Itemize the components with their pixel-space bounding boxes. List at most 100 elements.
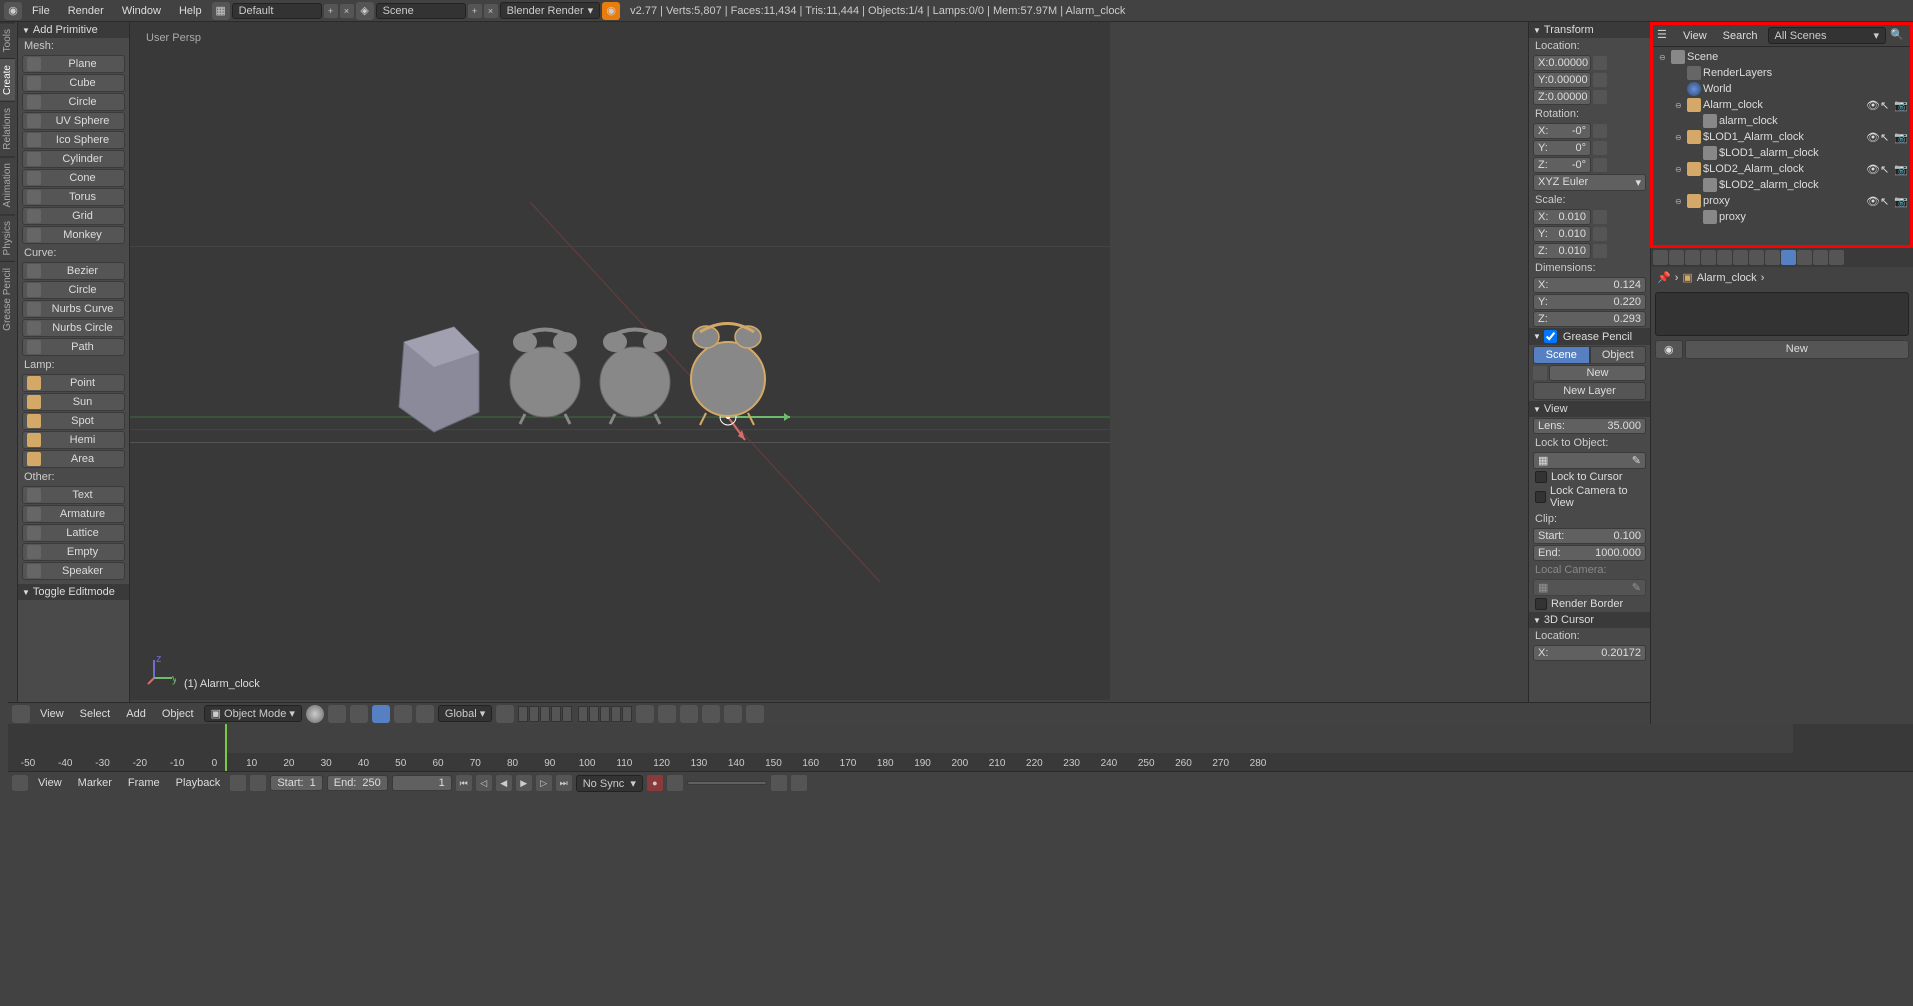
gp-scene-btn[interactable]: Scene: [1533, 346, 1590, 364]
spot-button[interactable]: Spot: [22, 412, 125, 430]
play-icon[interactable]: ▶: [516, 775, 532, 791]
material-new-btn[interactable]: New: [1685, 340, 1909, 359]
grease-header[interactable]: Grease Pencil: [1529, 328, 1650, 345]
lock-layers-icon[interactable]: [636, 705, 654, 723]
vtab-animation[interactable]: Animation: [0, 156, 15, 213]
renderer-dropdown[interactable]: Blender Render▾: [500, 2, 601, 19]
torus-button[interactable]: Torus: [22, 188, 125, 206]
record-icon[interactable]: ●: [647, 775, 663, 791]
scl-y[interactable]: Y:0.010: [1533, 226, 1591, 242]
manipulator-translate-icon[interactable]: [372, 705, 390, 723]
start-frame-field[interactable]: Start:1: [270, 775, 322, 791]
view3d-add-menu[interactable]: Add: [120, 707, 152, 721]
layout-dropdown[interactable]: Default: [232, 3, 322, 19]
manipulator-scale-icon[interactable]: [416, 705, 434, 723]
scene-icon[interactable]: ◈: [356, 2, 374, 20]
cube-button[interactable]: Cube: [22, 74, 125, 92]
cursor-icon[interactable]: ↖: [1880, 99, 1892, 111]
timeline-view-menu[interactable]: View: [32, 776, 68, 790]
rewind-icon[interactable]: [230, 775, 246, 791]
tree-row-proxy[interactable]: proxy: [1655, 209, 1908, 225]
tree-row-renderlayers[interactable]: RenderLayers: [1655, 65, 1908, 81]
cursor-icon[interactable]: ↖: [1880, 131, 1892, 143]
sun-button[interactable]: Sun: [22, 393, 125, 411]
cursor-icon[interactable]: ↖: [1880, 163, 1892, 175]
view3d-object-menu[interactable]: Object: [156, 707, 200, 721]
gp-new[interactable]: New: [1549, 365, 1646, 381]
vtab-physics[interactable]: Physics: [0, 214, 15, 261]
rot-x[interactable]: X:-0°: [1533, 123, 1591, 139]
blender-icon[interactable]: ◉: [4, 2, 22, 20]
gp-icon[interactable]: [1533, 366, 1547, 380]
rot-z[interactable]: Z:-0°: [1533, 157, 1591, 173]
tree-row--lod1-alarm-clock[interactable]: ⊖$LOD1_Alarm_clock👁↖📷: [1655, 129, 1908, 145]
editor-type-icon[interactable]: [12, 705, 30, 723]
scene-dropdown[interactable]: Scene: [376, 3, 466, 19]
area-button[interactable]: Area: [22, 450, 125, 468]
grid-button[interactable]: Grid: [22, 207, 125, 225]
render-icon[interactable]: 📷: [1894, 163, 1906, 175]
auto-keyframe-icon[interactable]: [250, 775, 266, 791]
lock-icon[interactable]: [1593, 73, 1607, 87]
timeline-marker-menu[interactable]: Marker: [72, 776, 118, 790]
gp-object-btn[interactable]: Object: [1590, 346, 1647, 364]
tree-row-world[interactable]: World: [1655, 81, 1908, 97]
outliner-view-menu[interactable]: View: [1677, 29, 1713, 43]
proportional-icon[interactable]: [658, 705, 676, 723]
timeline-track[interactable]: -50-40-30-20-100102030405060708090100110…: [8, 724, 1913, 772]
opengl-render-icon[interactable]: [746, 705, 764, 723]
cursor-icon[interactable]: ↖: [1880, 195, 1892, 207]
path-button[interactable]: Path: [22, 338, 125, 356]
tree-row--lod2-alarm-clock[interactable]: ⊖$LOD2_Alarm_clock👁↖📷: [1655, 161, 1908, 177]
keying-set-field[interactable]: [687, 781, 767, 785]
material-slot-list[interactable]: [1655, 292, 1909, 336]
tree-row-scene[interactable]: ⊖Scene: [1655, 49, 1908, 65]
tree-row--lod2-alarm-clock[interactable]: $LOD2_alarm_clock: [1655, 177, 1908, 193]
pivot-icon[interactable]: [328, 705, 346, 723]
outliner-filter-dropdown[interactable]: All Scenes▾: [1768, 27, 1886, 44]
manipulator-icon[interactable]: [350, 705, 368, 723]
empty-button[interactable]: Empty: [22, 543, 125, 561]
lock-obj-field[interactable]: ▦✎: [1533, 452, 1646, 469]
local-cam-field[interactable]: ▦✎: [1533, 579, 1646, 596]
pin-icon[interactable]: 📌: [1657, 271, 1671, 284]
cone-button[interactable]: Cone: [22, 169, 125, 187]
lock-cam-check[interactable]: Lock Camera to View: [1535, 485, 1644, 509]
cylinder-button[interactable]: Cylinder: [22, 150, 125, 168]
timeline-type-icon[interactable]: [12, 775, 28, 791]
bezier-button[interactable]: Bezier: [22, 262, 125, 280]
render-border-check[interactable]: Render Border: [1535, 598, 1644, 610]
menu-help[interactable]: Help: [171, 3, 210, 19]
dim-y[interactable]: Y:0.220: [1533, 294, 1646, 310]
key-insert-icon[interactable]: [771, 775, 787, 791]
new-layer-btn[interactable]: New Layer: [1533, 382, 1646, 400]
outliner-tree[interactable]: ⊖SceneRenderLayersWorld⊖Alarm_clock👁↖📷al…: [1653, 47, 1910, 227]
view3d-view-menu[interactable]: View: [34, 707, 70, 721]
orientation-dropdown[interactable]: Global▾: [438, 705, 492, 722]
monkey-button[interactable]: Monkey: [22, 226, 125, 244]
point-button[interactable]: Point: [22, 374, 125, 392]
layout-del[interactable]: ×: [340, 4, 354, 18]
scene-del[interactable]: ×: [484, 4, 498, 18]
eye-icon[interactable]: 👁: [1866, 131, 1878, 143]
keyframe-next-icon[interactable]: ▷: [536, 775, 552, 791]
tab-object[interactable]: [1717, 250, 1732, 265]
clip-start[interactable]: Start:0.100: [1533, 528, 1646, 544]
keyframe-prev-icon[interactable]: ◁: [476, 775, 492, 791]
tree-row--lod1-alarm-clock[interactable]: $LOD1_alarm_clock: [1655, 145, 1908, 161]
scl-x[interactable]: X:0.010: [1533, 209, 1591, 225]
jump-start-icon[interactable]: ⏮: [456, 775, 472, 791]
menu-file[interactable]: File: [24, 3, 58, 19]
tab-scene[interactable]: [1685, 250, 1700, 265]
lock-icon[interactable]: [1593, 210, 1607, 224]
tree-row-alarm-clock[interactable]: ⊖Alarm_clock👁↖📷: [1655, 97, 1908, 113]
lock-icon[interactable]: [1593, 90, 1607, 104]
eye-icon[interactable]: 👁: [1866, 99, 1878, 111]
view-header[interactable]: View: [1529, 401, 1650, 417]
speaker-button[interactable]: Speaker: [22, 562, 125, 580]
mode-dropdown[interactable]: ▣Object Mode▾: [204, 705, 302, 722]
nurbs-curve-button[interactable]: Nurbs Curve: [22, 300, 125, 318]
view3d-select-menu[interactable]: Select: [74, 707, 117, 721]
snap-target-icon[interactable]: [702, 705, 720, 723]
hemi-button[interactable]: Hemi: [22, 431, 125, 449]
